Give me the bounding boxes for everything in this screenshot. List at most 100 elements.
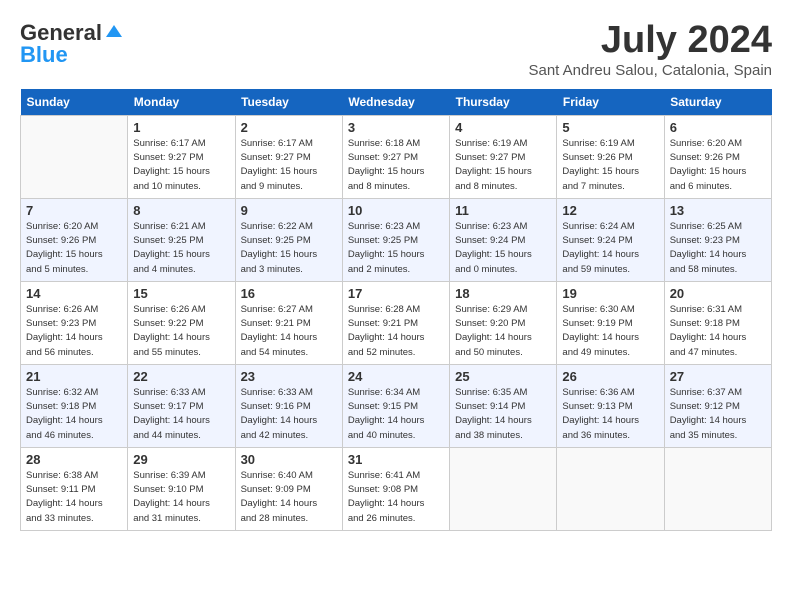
day-info: Sunrise: 6:23 AM Sunset: 9:25 PM Dayligh…	[348, 220, 444, 277]
calendar-cell: 5 Sunrise: 6:19 AM Sunset: 9:26 PM Daylig…	[557, 115, 664, 198]
calendar-table: SundayMondayTuesdayWednesdayThursdayFrid…	[20, 89, 772, 531]
day-info: Sunrise: 6:29 AM Sunset: 9:20 PM Dayligh…	[455, 303, 551, 360]
day-info: Sunrise: 6:33 AM Sunset: 9:16 PM Dayligh…	[241, 386, 337, 443]
week-row-2: 7 Sunrise: 6:20 AM Sunset: 9:26 PM Daylig…	[21, 198, 772, 281]
day-info: Sunrise: 6:39 AM Sunset: 9:10 PM Dayligh…	[133, 469, 229, 526]
day-info: Sunrise: 6:20 AM Sunset: 9:26 PM Dayligh…	[670, 137, 766, 194]
day-number: 26	[562, 369, 658, 384]
day-info: Sunrise: 6:33 AM Sunset: 9:17 PM Dayligh…	[133, 386, 229, 443]
day-info: Sunrise: 6:17 AM Sunset: 9:27 PM Dayligh…	[133, 137, 229, 194]
day-info: Sunrise: 6:19 AM Sunset: 9:26 PM Dayligh…	[562, 137, 658, 194]
day-number: 24	[348, 369, 444, 384]
day-number: 5	[562, 120, 658, 135]
calendar-cell: 31 Sunrise: 6:41 AM Sunset: 9:08 PM Dayli…	[342, 447, 449, 530]
calendar-cell: 3Sunrise: 6:18 AM Sunset: 9:27 PM Daylig…	[342, 115, 449, 198]
page-header: General Blue July 2024 Sant Andreu Salou…	[20, 20, 772, 79]
location: Sant Andreu Salou, Catalonia, Spain	[528, 62, 772, 79]
day-info: Sunrise: 6:32 AM Sunset: 9:18 PM Dayligh…	[26, 386, 122, 443]
calendar-header-row: SundayMondayTuesdayWednesdayThursdayFrid…	[21, 89, 772, 116]
day-info: Sunrise: 6:19 AM Sunset: 9:27 PM Dayligh…	[455, 137, 551, 194]
day-number: 16	[241, 286, 337, 301]
day-number: 21	[26, 369, 122, 384]
title-block: July 2024 Sant Andreu Salou, Catalonia, …	[528, 20, 772, 79]
day-info: Sunrise: 6:26 AM Sunset: 9:23 PM Dayligh…	[26, 303, 122, 360]
calendar-cell: 6 Sunrise: 6:20 AM Sunset: 9:26 PM Daylig…	[664, 115, 771, 198]
calendar-cell	[557, 447, 664, 530]
day-info: Sunrise: 6:40 AM Sunset: 9:09 PM Dayligh…	[241, 469, 337, 526]
week-row-3: 14 Sunrise: 6:26 AM Sunset: 9:23 PM Dayli…	[21, 281, 772, 364]
day-number: 28	[26, 452, 122, 467]
day-number: 6	[670, 120, 766, 135]
day-info: Sunrise: 6:27 AM Sunset: 9:21 PM Dayligh…	[241, 303, 337, 360]
calendar-cell: 24 Sunrise: 6:34 AM Sunset: 9:15 PM Dayli…	[342, 364, 449, 447]
logo: General Blue	[20, 20, 126, 68]
calendar-cell: 10Sunrise: 6:23 AM Sunset: 9:25 PM Dayli…	[342, 198, 449, 281]
day-number: 11	[455, 203, 551, 218]
calendar-cell: 16 Sunrise: 6:27 AM Sunset: 9:21 PM Dayli…	[235, 281, 342, 364]
calendar-cell: 25 Sunrise: 6:35 AM Sunset: 9:14 PM Dayli…	[450, 364, 557, 447]
day-info: Sunrise: 6:38 AM Sunset: 9:11 PM Dayligh…	[26, 469, 122, 526]
day-number: 31	[348, 452, 444, 467]
day-info: Sunrise: 6:34 AM Sunset: 9:15 PM Dayligh…	[348, 386, 444, 443]
calendar-cell: 12 Sunrise: 6:24 AM Sunset: 9:24 PM Dayli…	[557, 198, 664, 281]
calendar-cell	[450, 447, 557, 530]
day-number: 4	[455, 120, 551, 135]
calendar-cell: 11 Sunrise: 6:23 AM Sunset: 9:24 PM Dayli…	[450, 198, 557, 281]
day-number: 14	[26, 286, 122, 301]
calendar-cell: 18 Sunrise: 6:29 AM Sunset: 9:20 PM Dayli…	[450, 281, 557, 364]
day-number: 20	[670, 286, 766, 301]
day-number: 9	[241, 203, 337, 218]
day-number: 1	[133, 120, 229, 135]
day-header-friday: Friday	[557, 89, 664, 116]
calendar-cell	[664, 447, 771, 530]
day-info: Sunrise: 6:20 AM Sunset: 9:26 PM Dayligh…	[26, 220, 122, 277]
calendar-cell: 8 Sunrise: 6:21 AM Sunset: 9:25 PM Daylig…	[128, 198, 235, 281]
calendar-cell: 7 Sunrise: 6:20 AM Sunset: 9:26 PM Daylig…	[21, 198, 128, 281]
day-info: Sunrise: 6:37 AM Sunset: 9:12 PM Dayligh…	[670, 386, 766, 443]
calendar-cell: 9 Sunrise: 6:22 AM Sunset: 9:25 PM Daylig…	[235, 198, 342, 281]
day-info: Sunrise: 6:28 AM Sunset: 9:21 PM Dayligh…	[348, 303, 444, 360]
day-number: 8	[133, 203, 229, 218]
day-info: Sunrise: 6:21 AM Sunset: 9:25 PM Dayligh…	[133, 220, 229, 277]
calendar-cell	[21, 115, 128, 198]
day-number: 15	[133, 286, 229, 301]
calendar-cell: 21 Sunrise: 6:32 AM Sunset: 9:18 PM Dayli…	[21, 364, 128, 447]
calendar-cell: 19 Sunrise: 6:30 AM Sunset: 9:19 PM Dayli…	[557, 281, 664, 364]
day-number: 27	[670, 369, 766, 384]
day-number: 12	[562, 203, 658, 218]
day-info: Sunrise: 6:24 AM Sunset: 9:24 PM Dayligh…	[562, 220, 658, 277]
day-header-monday: Monday	[128, 89, 235, 116]
calendar-cell: 22 Sunrise: 6:33 AM Sunset: 9:17 PM Dayli…	[128, 364, 235, 447]
month-year: July 2024	[528, 20, 772, 62]
week-row-4: 21 Sunrise: 6:32 AM Sunset: 9:18 PM Dayli…	[21, 364, 772, 447]
day-number: 30	[241, 452, 337, 467]
day-info: Sunrise: 6:35 AM Sunset: 9:14 PM Dayligh…	[455, 386, 551, 443]
calendar-cell: 1 Sunrise: 6:17 AM Sunset: 9:27 PM Daylig…	[128, 115, 235, 198]
day-info: Sunrise: 6:22 AM Sunset: 9:25 PM Dayligh…	[241, 220, 337, 277]
day-info: Sunrise: 6:23 AM Sunset: 9:24 PM Dayligh…	[455, 220, 551, 277]
week-row-5: 28 Sunrise: 6:38 AM Sunset: 9:11 PM Dayli…	[21, 447, 772, 530]
day-info: Sunrise: 6:25 AM Sunset: 9:23 PM Dayligh…	[670, 220, 766, 277]
day-info: Sunrise: 6:30 AM Sunset: 9:19 PM Dayligh…	[562, 303, 658, 360]
day-number: 22	[133, 369, 229, 384]
day-number: 29	[133, 452, 229, 467]
day-number: 19	[562, 286, 658, 301]
calendar-cell: 4 Sunrise: 6:19 AM Sunset: 9:27 PM Daylig…	[450, 115, 557, 198]
day-info: Sunrise: 6:36 AM Sunset: 9:13 PM Dayligh…	[562, 386, 658, 443]
day-header-wednesday: Wednesday	[342, 89, 449, 116]
day-info: Sunrise: 6:41 AM Sunset: 9:08 PM Dayligh…	[348, 469, 444, 526]
calendar-cell: 13Sunrise: 6:25 AM Sunset: 9:23 PM Dayli…	[664, 198, 771, 281]
day-info: Sunrise: 6:31 AM Sunset: 9:18 PM Dayligh…	[670, 303, 766, 360]
day-number: 25	[455, 369, 551, 384]
day-number: 23	[241, 369, 337, 384]
day-number: 7	[26, 203, 122, 218]
calendar-cell: 14 Sunrise: 6:26 AM Sunset: 9:23 PM Dayli…	[21, 281, 128, 364]
calendar-cell: 26 Sunrise: 6:36 AM Sunset: 9:13 PM Dayli…	[557, 364, 664, 447]
day-number: 3	[348, 120, 444, 135]
calendar-cell: 23 Sunrise: 6:33 AM Sunset: 9:16 PM Dayli…	[235, 364, 342, 447]
calendar-cell: 30 Sunrise: 6:40 AM Sunset: 9:09 PM Dayli…	[235, 447, 342, 530]
day-info: Sunrise: 6:17 AM Sunset: 9:27 PM Dayligh…	[241, 137, 337, 194]
day-header-sunday: Sunday	[21, 89, 128, 116]
calendar-cell: 20 Sunrise: 6:31 AM Sunset: 9:18 PM Dayli…	[664, 281, 771, 364]
day-number: 18	[455, 286, 551, 301]
